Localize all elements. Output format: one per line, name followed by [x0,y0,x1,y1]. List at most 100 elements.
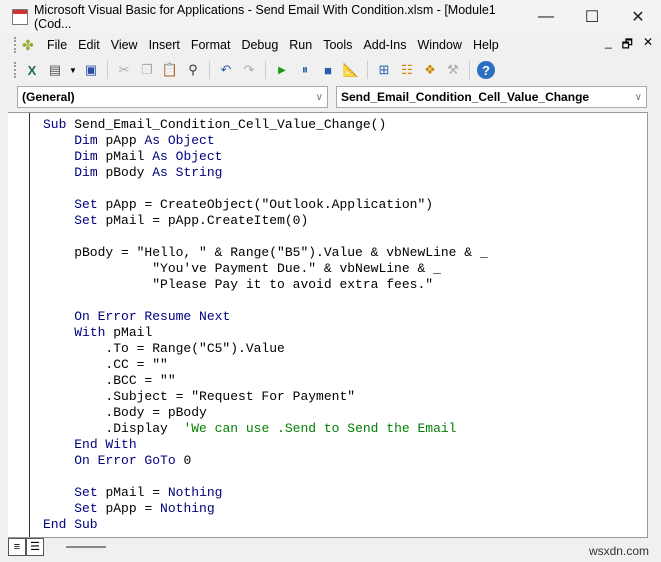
cut-icon[interactable]: ✂ [115,61,133,79]
code-line[interactable] [43,293,488,309]
keyword: Nothing [160,501,215,516]
code-line[interactable]: Set pMail = pApp.CreateItem(0) [43,213,488,229]
code-text[interactable]: Sub Send_Email_Condition_Cell_Value_Chan… [43,117,488,533]
procedure-view-button[interactable]: ≡ [8,538,26,556]
code-line[interactable]: On Error Resume Next [43,309,488,325]
title-bar: Microsoft Visual Basic for Applications … [0,0,661,33]
code-line[interactable]: .To = Range("C5").Value [43,341,488,357]
menu-window[interactable]: Window [415,38,470,52]
chevron-down-icon[interactable]: ∨ [316,92,323,103]
mdi-restore-button[interactable]: 🗗 [622,35,633,56]
menu-addins[interactable]: Add-Ins [360,38,414,52]
paste-icon[interactable]: 📋 [161,61,179,79]
menu-insert[interactable]: Insert [146,38,188,52]
toolbox-icon[interactable]: ⚒ [444,61,462,79]
keyword: Dim [74,133,106,148]
keyword: Set [74,213,106,228]
code-token: .BCC = "" [43,373,176,388]
menu-debug[interactable]: Debug [238,38,286,52]
copy-icon[interactable]: ❐ [138,61,156,79]
code-line[interactable] [43,181,488,197]
code-line[interactable]: "Please Pay it to avoid extra fees." [43,277,488,293]
code-line[interactable]: Dim pBody As String [43,165,488,181]
code-line[interactable]: End With [43,437,488,453]
excel-icon[interactable]: X [23,61,41,79]
object-combo[interactable]: (General) ∨ [17,86,328,108]
code-line[interactable]: Sub Send_Email_Condition_Cell_Value_Chan… [43,117,488,133]
code-line[interactable]: .Display 'We can use .Send to Send the E… [43,421,488,437]
reset-icon[interactable]: ■ [319,61,337,79]
margin-indicator-bar[interactable] [8,113,30,537]
menu-format[interactable]: Format [188,38,239,52]
code-line[interactable]: .Subject = "Request For Payment" [43,389,488,405]
code-token: pApp [105,133,145,148]
code-token: pBody [105,165,153,180]
code-line[interactable]: End Sub [43,517,488,533]
code-token: 0 [183,453,192,468]
break-icon[interactable]: ⏸ [296,61,314,79]
run-icon[interactable]: ▶ [273,61,291,79]
insert-userform-icon[interactable]: ▤ [46,61,64,79]
code-line[interactable]: On Error GoTo 0 [43,453,488,469]
menu-edit[interactable]: Edit [75,38,108,52]
keyword: On Error Resume Next [74,309,231,324]
chevron-down-icon[interactable]: ∨ [635,92,642,103]
maximize-button[interactable]: ☐ [569,7,615,27]
properties-icon[interactable]: ☷ [398,61,416,79]
code-token: .Subject = "Request For Payment" [43,389,356,404]
code-token: pMail = [105,485,168,500]
menu-file[interactable]: File [44,38,75,52]
mdi-minimize-button[interactable]: _ [605,35,612,56]
code-editor[interactable]: Sub Send_Email_Condition_Cell_Value_Chan… [8,112,648,538]
menu-run[interactable]: Run [286,38,320,52]
code-line[interactable]: Set pMail = Nothing [43,485,488,501]
menu-grip[interactable] [14,37,18,53]
minimize-button[interactable]: — [523,8,569,26]
dropdown-icon[interactable]: ▼ [69,61,77,79]
menu-tools[interactable]: Tools [320,38,360,52]
code-token: pMail [113,325,153,340]
code-line[interactable]: pBody = "Hello, " & Range("B5").Value & … [43,245,487,261]
code-line[interactable]: Set pApp = Nothing [43,501,488,517]
help-icon[interactable]: ? [477,61,495,79]
close-button[interactable]: ✕ [615,7,661,27]
code-line[interactable]: .CC = "" [43,357,488,373]
code-line[interactable]: Dim pApp As Object [43,133,488,149]
redo-icon[interactable]: ↷ [240,61,258,79]
procedure-combo[interactable]: Send_Email_Condition_Cell_Value_Change ∨ [336,86,647,108]
object-browser-icon[interactable]: ❖ [421,61,439,79]
code-line[interactable]: "You've Payment Due." & vbNewLine & _ [43,261,488,277]
keyword: End Sub [43,517,98,532]
code-line[interactable]: .BCC = "" [43,373,488,389]
code-line[interactable] [43,469,488,485]
code-token: pApp = CreateObject("Outlook.Application… [105,197,434,212]
object-combo-value: (General) [22,90,75,104]
code-token: pMail [105,149,153,164]
code-token: .Display [43,421,184,436]
project-explorer-icon[interactable]: ⊞ [375,61,393,79]
menu-view[interactable]: View [108,38,146,52]
code-line[interactable]: Set pApp = CreateObject("Outlook.Applica… [43,197,488,213]
vba-menu-icon[interactable]: ✤ [22,37,38,53]
code-token: .To = Range("C5").Value [43,341,285,356]
find-icon[interactable]: ⚲ [184,61,202,79]
save-icon[interactable]: ▣ [82,61,100,79]
code-token: .CC = "" [43,357,168,372]
design-mode-icon[interactable]: 📐 [342,61,360,79]
mdi-close-button[interactable]: ✕ [643,35,653,56]
code-line[interactable]: With pMail [43,325,488,341]
full-module-view-button[interactable]: ☰ [26,538,44,556]
undo-icon[interactable]: ↶ [217,61,235,79]
horizontal-scrollbar[interactable] [66,546,106,548]
keyword: Sub [43,117,75,132]
keyword: With [74,325,114,340]
code-line[interactable] [43,229,488,245]
keyword: Set [74,501,106,516]
code-line[interactable]: .Body = pBody [43,405,488,421]
menu-help[interactable]: Help [470,38,507,52]
code-line[interactable]: Dim pMail As Object [43,149,488,165]
